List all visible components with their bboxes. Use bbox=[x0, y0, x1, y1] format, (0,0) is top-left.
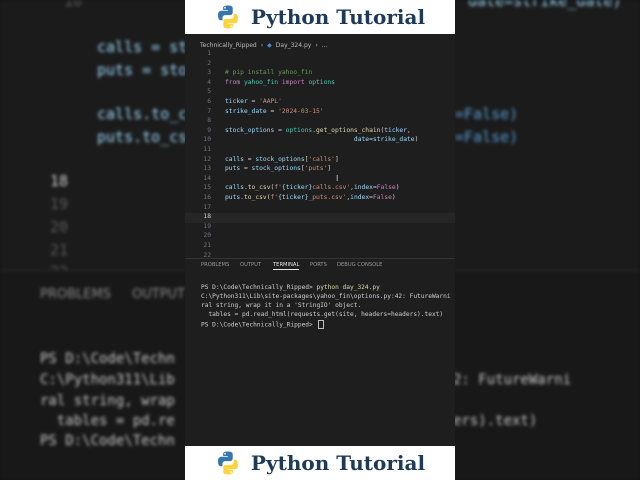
code-text: ticker = 'AAPL' bbox=[225, 98, 282, 105]
python-logo-icon bbox=[217, 451, 238, 475]
line-number: 9 bbox=[207, 126, 211, 134]
code-text: strike_date = '2024-03-15' bbox=[225, 107, 324, 115]
code-line[interactable]: 12 calls = stock_options['calls'] bbox=[185, 156, 455, 166]
code-line[interactable]: 10 date=strike_date) bbox=[185, 136, 455, 146]
breadcrumb-more[interactable]: ... bbox=[322, 42, 328, 49]
chevron-right-icon: › bbox=[315, 41, 318, 49]
code-line[interactable]: 7 strike_date = '2024-03-15' bbox=[185, 108, 455, 118]
bg-line-20: 20 bbox=[50, 218, 69, 236]
code-line[interactable]: 18 bbox=[185, 213, 455, 223]
code-text: # pip install yahoo_fin bbox=[225, 69, 313, 77]
code-line[interactable]: 6 ticker = 'AAPL' bbox=[185, 98, 455, 108]
bg-puts-right: =False) bbox=[455, 128, 519, 146]
code-line[interactable]: 21 bbox=[185, 242, 455, 252]
panel-tab-terminal[interactable]: TERMINAL bbox=[273, 262, 300, 270]
breadcrumb-folder[interactable]: Technically_Ripped bbox=[200, 42, 257, 49]
bg-calls: calls = sto bbox=[97, 38, 197, 56]
code-line[interactable]: 8 bbox=[185, 117, 455, 127]
code-line[interactable]: 19 bbox=[185, 223, 455, 233]
code-line[interactable]: 16 puts.to_csv(f'{ticker}_puts.csv',index… bbox=[185, 194, 455, 204]
panel-tab-output[interactable]: OUTPUT bbox=[240, 262, 261, 268]
bg-line-10: 10 bbox=[64, 0, 83, 10]
line-number: 3 bbox=[207, 69, 211, 77]
bg-line-18: 18 bbox=[50, 172, 69, 190]
line-number: 12 bbox=[203, 155, 211, 163]
current-line-highlight bbox=[185, 213, 455, 223]
panel-tab-problems[interactable]: PROBLEMS bbox=[201, 262, 229, 268]
line-number: 20 bbox=[203, 232, 211, 240]
top-banner: Python Tutorial bbox=[185, 0, 455, 34]
line-number: 2 bbox=[207, 59, 211, 67]
panel-tab-debug-console[interactable]: DEBUG CONSOLE bbox=[337, 262, 382, 268]
code-line[interactable]: 5 bbox=[185, 88, 455, 98]
line-number: 14 bbox=[203, 174, 211, 182]
python-logo-icon bbox=[217, 5, 238, 29]
bg-term-5: PS D:\Code\Techn bbox=[40, 433, 175, 449]
terminal-cursor bbox=[318, 320, 325, 329]
line-number: 16 bbox=[203, 194, 211, 201]
code-line[interactable]: 13 puts = stock_options['puts'] bbox=[185, 165, 455, 175]
line-number: 7 bbox=[207, 107, 211, 115]
code-line[interactable]: 17 bbox=[185, 204, 455, 214]
line-number: 10 bbox=[203, 136, 211, 144]
line-number: 17 bbox=[203, 203, 211, 211]
code-text: calls = stock_options['calls'] bbox=[225, 155, 339, 163]
bg-puts: puts = stoc bbox=[97, 61, 197, 79]
terminal-line-3: ral string, wrap it in a 'StringIO' obje… bbox=[201, 302, 362, 309]
python-file-icon: ◆ bbox=[267, 41, 272, 49]
line-number: 8 bbox=[207, 117, 211, 125]
line-number: 5 bbox=[207, 88, 211, 96]
banner-title: Python Tutorial bbox=[250, 5, 426, 29]
code-line[interactable]: 1 bbox=[185, 50, 455, 60]
code-editor[interactable]: 1 2 3 # pip install yahoo_fin 4 from yahoo_fi… bbox=[185, 50, 455, 259]
line-number: 6 bbox=[207, 98, 211, 105]
chevron-right-icon: › bbox=[260, 41, 264, 49]
line-number: 13 bbox=[203, 165, 211, 173]
code-line[interactable]: 2 bbox=[185, 60, 455, 70]
code-text: date=strike_date) bbox=[353, 136, 419, 144]
banner-title: Python Tutorial bbox=[250, 451, 426, 475]
code-line[interactable]: 14 bbox=[185, 175, 455, 185]
terminal-line-1: PS D:\Code\Technically_Ripped> python da… bbox=[201, 284, 380, 291]
code-line[interactable]: 3 # pip install yahoo_fin bbox=[185, 69, 455, 79]
line-number: 1 bbox=[207, 50, 211, 57]
bottom-banner: Python Tutorial bbox=[185, 446, 455, 480]
bg-term-3: ral string, wrap bbox=[40, 393, 175, 409]
line-number: 11 bbox=[203, 146, 211, 153]
bg-line-19: 19 bbox=[50, 195, 69, 213]
code-line[interactable]: 15 calls.to_csv(f'{ticker}calls.csv',inde… bbox=[185, 184, 455, 194]
line-number: 15 bbox=[203, 184, 211, 192]
line-number: 4 bbox=[207, 78, 211, 86]
line-number: 21 bbox=[203, 242, 211, 249]
bg-puts-to-csv: puts.to_cs bbox=[97, 128, 188, 146]
terminal-line-5: PS D:\Code\Technically_Ripped> bbox=[201, 320, 325, 329]
code-line[interactable]: 4 from yahoo_fin import options bbox=[185, 79, 455, 89]
bg-calls-to-csv: calls.to_c bbox=[97, 105, 188, 123]
code-text: from yahoo_fin import options bbox=[225, 78, 335, 86]
bg-calls-right: =False) bbox=[455, 105, 519, 123]
line-number: 18 bbox=[203, 213, 211, 221]
code-line[interactable]: 20 bbox=[185, 232, 455, 242]
video-column: Python Tutorial Technically_Ripped › ◆ D… bbox=[185, 0, 455, 480]
code-text: calls.to_csv(f'{ticker}calls.csv',index=… bbox=[225, 184, 400, 192]
code-text: puts = stock_options['puts'] bbox=[225, 165, 332, 173]
bg-right-10: date=strike_date) bbox=[468, 0, 622, 10]
breadcrumb-file[interactable]: Day_324.py bbox=[276, 42, 312, 49]
code-text: stock_options = options.get_options_chai… bbox=[225, 126, 411, 134]
panel-tabs: PROBLEMS OUTPUT TERMINAL PORTS DEBUG CONSOLE bbox=[185, 258, 455, 271]
bg-line-21: 21 bbox=[50, 241, 69, 259]
code-line[interactable]: 9 stock_options = options.get_options_cha… bbox=[185, 127, 455, 137]
terminal-line-4: tables = pd.read_html(requests.get(site,… bbox=[201, 311, 444, 318]
terminal-line-2: C:\Python311\Lib\site-packages\yahoo_fin… bbox=[201, 293, 451, 300]
code-text: puts.to_csv(f'{ticker}_puts.csv',index=F… bbox=[225, 194, 396, 201]
terminal[interactable]: PS D:\Code\Technically_Ripped> python da… bbox=[185, 284, 455, 344]
line-number: 19 bbox=[203, 222, 211, 230]
text-cursor-icon: I bbox=[336, 174, 339, 183]
terminal-command: python day_324.py bbox=[316, 284, 380, 291]
bg-tab-problems: PROBLEMS bbox=[40, 287, 111, 302]
panel-tab-ports[interactable]: PORTS bbox=[310, 262, 327, 268]
code-line[interactable]: 11 bbox=[185, 146, 455, 156]
bg-tab-output: OUTPUT bbox=[132, 287, 185, 302]
